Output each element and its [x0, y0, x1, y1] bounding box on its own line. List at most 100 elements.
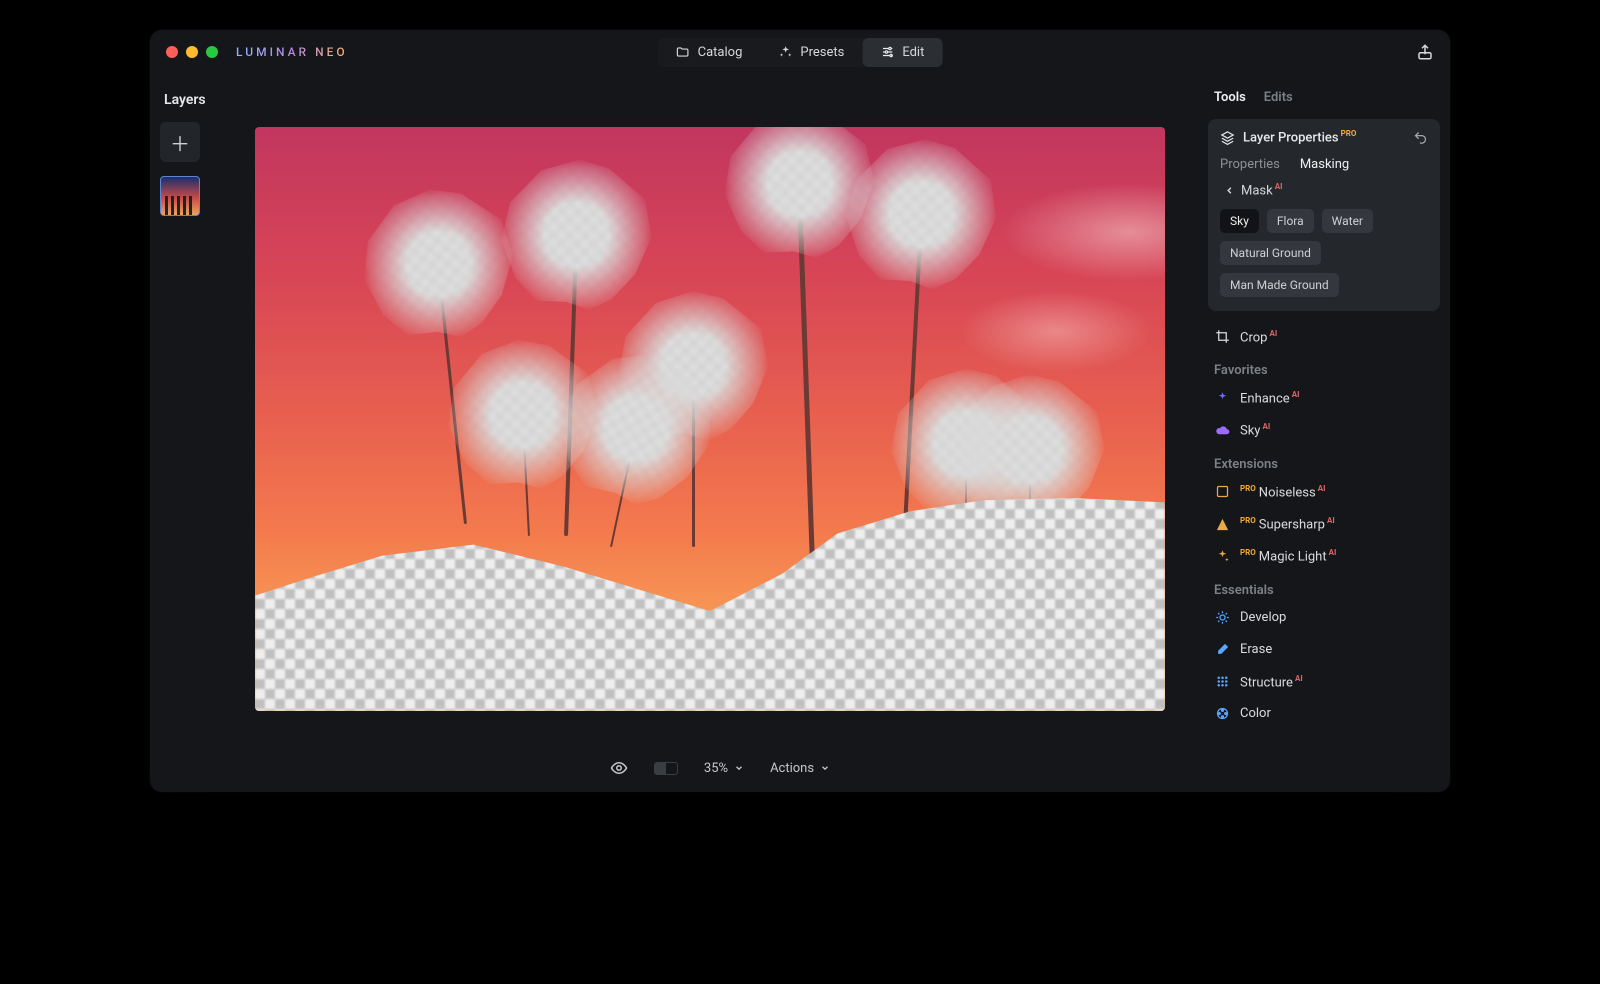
ai-badge: AI — [1327, 516, 1335, 525]
tool-erase[interactable]: Erase — [1208, 634, 1440, 666]
ai-badge: AI — [1275, 182, 1283, 191]
tool-supersharp[interactable]: PROSupersharpAI — [1208, 508, 1440, 540]
tool-crop-label: Crop — [1240, 330, 1267, 345]
app-logo: LUMINAR NEO — [236, 45, 348, 59]
tool-noiseless-label: Noiseless — [1259, 485, 1316, 500]
ai-badge: AI — [1318, 484, 1326, 493]
compare-toggle[interactable] — [654, 762, 678, 775]
tool-sky-label: Sky — [1240, 424, 1260, 439]
sliders-icon — [880, 45, 894, 59]
tool-color[interactable]: Color — [1208, 698, 1440, 730]
pro-badge: PRO — [1240, 516, 1256, 525]
right-panel: Tools Edits Layer PropertiesPRO Properti… — [1200, 74, 1450, 792]
structure-icon — [1214, 674, 1230, 690]
noiseless-icon — [1214, 484, 1230, 500]
fullscreen-window-button[interactable] — [206, 46, 218, 58]
tool-structure-label: Structure — [1240, 675, 1293, 690]
tab-edits[interactable]: Edits — [1264, 90, 1293, 105]
app-body: Layers ＋ — [150, 74, 1450, 792]
mode-edit-label: Edit — [902, 45, 924, 60]
mode-switcher: Catalog Presets Edit — [658, 38, 943, 67]
chip-sky[interactable]: Sky — [1220, 209, 1259, 233]
subtab-masking[interactable]: Masking — [1300, 157, 1349, 172]
tool-supersharp-label: Supersharp — [1259, 517, 1325, 532]
chevron-down-icon — [734, 763, 744, 773]
section-extensions: Extensions — [1208, 447, 1440, 476]
tool-noiseless[interactable]: PRONoiselessAI — [1208, 476, 1440, 508]
layer-properties-header[interactable]: Layer PropertiesPRO — [1220, 129, 1428, 145]
titlebar: LUMINAR NEO Catalog Presets Edit — [150, 30, 1450, 74]
undo-button[interactable] — [1413, 130, 1428, 145]
tool-color-label: Color — [1240, 706, 1271, 721]
layer-properties-subtabs: Properties Masking — [1220, 157, 1428, 172]
preview-toggle[interactable] — [610, 759, 628, 777]
image-canvas[interactable] — [255, 127, 1165, 711]
chip-man-made-ground[interactable]: Man Made Ground — [1220, 273, 1339, 297]
pro-badge: PRO — [1240, 484, 1256, 493]
layer-thumbnail[interactable] — [160, 176, 200, 216]
actions-dropdown[interactable]: Actions — [770, 761, 830, 776]
share-button[interactable] — [1416, 43, 1434, 61]
tool-develop[interactable]: Develop — [1208, 602, 1440, 634]
window-controls — [166, 46, 218, 58]
plus-icon: ＋ — [170, 128, 190, 157]
layers-title: Layers — [164, 92, 230, 108]
section-favorites: Favorites — [1208, 353, 1440, 382]
mode-presets[interactable]: Presets — [760, 38, 862, 67]
app-window: LUMINAR NEO Catalog Presets Edit — [150, 30, 1450, 792]
magic-light-icon — [1214, 548, 1230, 564]
sparkle-icon — [1214, 390, 1230, 406]
canvas-toolbar: 35% Actions — [240, 744, 1200, 792]
eye-icon — [610, 759, 628, 777]
pro-badge: PRO — [1341, 129, 1357, 138]
folder-icon — [676, 45, 690, 59]
sparkles-icon — [778, 45, 792, 59]
mode-presets-label: Presets — [800, 45, 844, 60]
tool-erase-label: Erase — [1240, 642, 1272, 657]
chip-natural-ground[interactable]: Natural Ground — [1220, 241, 1321, 265]
mode-edit[interactable]: Edit — [862, 38, 942, 67]
section-essentials: Essentials — [1208, 573, 1440, 602]
subtab-properties[interactable]: Properties — [1220, 157, 1280, 172]
layers-panel: Layers ＋ — [150, 74, 240, 792]
chip-flora[interactable]: Flora — [1267, 209, 1314, 233]
tab-tools[interactable]: Tools — [1214, 90, 1246, 105]
layers-icon — [1220, 130, 1235, 145]
chip-water[interactable]: Water — [1322, 209, 1373, 233]
ai-badge: AI — [1262, 422, 1270, 431]
mask-category-chips: Sky Flora Water Natural Ground Man Made … — [1220, 209, 1428, 297]
develop-icon — [1214, 610, 1230, 626]
compare-split-icon — [654, 762, 678, 775]
actions-label: Actions — [770, 761, 814, 776]
tool-crop[interactable]: CropAI — [1208, 321, 1440, 353]
color-icon — [1214, 706, 1230, 722]
mode-catalog[interactable]: Catalog — [658, 38, 761, 67]
chevron-left-icon — [1224, 185, 1235, 196]
close-window-button[interactable] — [166, 46, 178, 58]
zoom-value: 35% — [704, 761, 728, 776]
tool-magic-light-label: Magic Light — [1259, 550, 1327, 565]
right-panel-tabs: Tools Edits — [1208, 84, 1440, 119]
tool-develop-label: Develop — [1240, 610, 1286, 625]
ai-badge: AI — [1292, 390, 1300, 399]
minimize-window-button[interactable] — [186, 46, 198, 58]
mask-back-label: Mask — [1241, 184, 1273, 199]
add-layer-button[interactable]: ＋ — [160, 122, 200, 162]
canvas-viewport — [240, 74, 1200, 744]
layer-properties-card: Layer PropertiesPRO Properties Masking M… — [1208, 119, 1440, 311]
tool-sky[interactable]: SkyAI — [1208, 414, 1440, 446]
mask-back-button[interactable]: MaskAI — [1224, 182, 1428, 198]
chevron-down-icon — [820, 763, 830, 773]
canvas-area: 35% Actions — [240, 74, 1200, 792]
mode-catalog-label: Catalog — [698, 45, 743, 60]
crop-icon — [1214, 329, 1230, 345]
tool-magic-light[interactable]: PROMagic LightAI — [1208, 540, 1440, 572]
tool-enhance-label: Enhance — [1240, 391, 1290, 406]
tool-structure[interactable]: StructureAI — [1208, 666, 1440, 698]
tool-enhance[interactable]: EnhanceAI — [1208, 382, 1440, 414]
ai-badge: AI — [1269, 329, 1277, 338]
cloud-icon — [1214, 422, 1230, 438]
zoom-dropdown[interactable]: 35% — [704, 761, 744, 776]
ai-badge: AI — [1329, 548, 1337, 557]
supersharp-icon — [1214, 516, 1230, 532]
